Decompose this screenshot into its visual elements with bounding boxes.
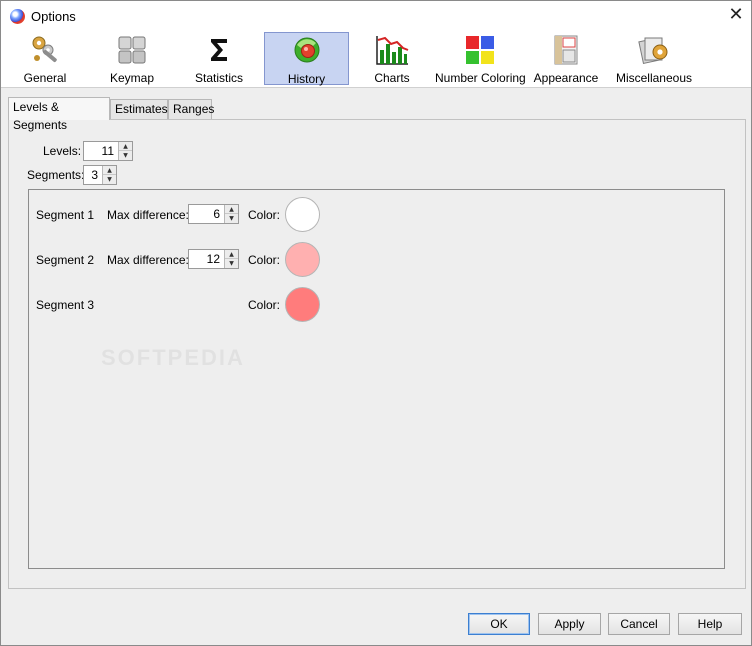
- spinner-buttons: ▲ ▼: [118, 142, 132, 160]
- segment-3-label: Segment 3: [36, 298, 95, 312]
- segment-1-max-diff-spinner[interactable]: 6 ▲ ▼: [188, 204, 239, 224]
- toolbar-miscellaneous[interactable]: Miscellaneous: [613, 32, 695, 85]
- segment-2-label: Segment 2: [36, 253, 95, 267]
- help-button[interactable]: Help: [678, 613, 742, 635]
- toolbar-statistics[interactable]: Statistics: [179, 32, 259, 85]
- segment-2-max-diff-value: 12: [206, 252, 220, 266]
- segment-2-color-swatch[interactable]: [285, 242, 320, 277]
- title-bar: Options ✕: [1, 1, 751, 31]
- increment-arrow-icon[interactable]: ▲: [103, 166, 116, 175]
- close-button[interactable]: ✕: [721, 1, 751, 31]
- segment-3-color-label: Color:: [248, 298, 281, 312]
- cancel-button[interactable]: Cancel: [608, 613, 670, 635]
- category-toolbar: General Keymap Statistics History Charts…: [1, 31, 751, 87]
- apply-button[interactable]: Apply: [538, 613, 601, 635]
- toolbar-label: General: [23, 71, 67, 85]
- decrement-arrow-icon[interactable]: ▼: [103, 175, 116, 184]
- segment-1-label: Segment 1: [36, 208, 95, 222]
- toolbar-history[interactable]: History: [264, 32, 349, 86]
- window-title: Options: [31, 9, 76, 24]
- tab-ranges[interactable]: Ranges: [168, 99, 214, 119]
- toolbar-general[interactable]: General: [5, 32, 85, 85]
- toolbar-label: History: [287, 72, 326, 86]
- decrement-arrow-icon[interactable]: ▼: [225, 214, 238, 223]
- levels-spinner[interactable]: 11 ▲ ▼: [83, 141, 133, 161]
- segments-label: Segments:: [27, 168, 85, 182]
- toolbar-number-coloring[interactable]: Number Coloring: [435, 32, 526, 85]
- tab-levels-segments[interactable]: Levels & Segments: [8, 97, 110, 132]
- segment-2-max-diff-spinner[interactable]: 12 ▲ ▼: [188, 249, 239, 269]
- spinner-buttons: ▲ ▼: [224, 205, 238, 223]
- app-logo-icon: [10, 9, 25, 24]
- green-sphere-history-icon: [294, 37, 319, 63]
- keyboard-keys-icon: [118, 36, 146, 64]
- segment-2-max-diff-label: Max difference:: [107, 253, 189, 267]
- gears-wrench-icon: [32, 36, 57, 63]
- toolbar-charts[interactable]: Charts: [355, 32, 429, 85]
- levels-value: 11: [101, 144, 114, 158]
- levels-label: Levels:: [43, 144, 82, 158]
- bar-chart-icon: [376, 36, 409, 65]
- watermark: SOFTPEDIA: [101, 345, 245, 370]
- segment-1-color-label: Color:: [248, 208, 281, 222]
- segment-3-color-swatch[interactable]: [285, 287, 320, 322]
- appearance-panels-icon: [554, 35, 578, 65]
- segment-1-max-diff-label: Max difference:: [107, 208, 189, 222]
- misc-gear-cards-icon: [638, 37, 668, 65]
- toolbar-keymap[interactable]: Keymap: [93, 32, 171, 85]
- segments-spinner[interactable]: 3 ▲ ▼: [83, 165, 117, 185]
- toolbar-label: Charts: [374, 71, 410, 85]
- decrement-arrow-icon[interactable]: ▼: [225, 259, 238, 268]
- segment-2-color-label: Color:: [248, 253, 281, 267]
- color-squares-icon: [466, 36, 494, 64]
- toolbar-appearance[interactable]: Appearance: [531, 32, 601, 85]
- segments-box: Segment 1 Max difference: 6 ▲ ▼ Color: S…: [28, 189, 725, 569]
- increment-arrow-icon[interactable]: ▲: [225, 205, 238, 214]
- increment-arrow-icon[interactable]: ▲: [119, 142, 132, 151]
- options-window: Options ✕ General Keymap Statistics Hist…: [0, 0, 752, 646]
- tab-estimates[interactable]: Estimates: [110, 99, 168, 119]
- decrement-arrow-icon[interactable]: ▼: [119, 151, 132, 160]
- increment-arrow-icon[interactable]: ▲: [225, 250, 238, 259]
- segment-1-color-swatch[interactable]: [285, 197, 320, 232]
- toolbar-label: Appearance: [533, 71, 599, 85]
- toolbar-label: Number Coloring: [435, 71, 526, 85]
- toolbar-label: Miscellaneous: [615, 71, 693, 85]
- ok-button[interactable]: OK: [468, 613, 530, 635]
- toolbar-divider: [1, 87, 751, 88]
- toolbar-label: Statistics: [194, 71, 243, 85]
- sigma-icon: [211, 39, 227, 61]
- segment-1-max-diff-value: 6: [213, 207, 220, 221]
- segments-value: 3: [91, 168, 98, 182]
- spinner-buttons: ▲ ▼: [224, 250, 238, 268]
- spinner-buttons: ▲ ▼: [102, 166, 116, 184]
- toolbar-label: Keymap: [109, 71, 155, 85]
